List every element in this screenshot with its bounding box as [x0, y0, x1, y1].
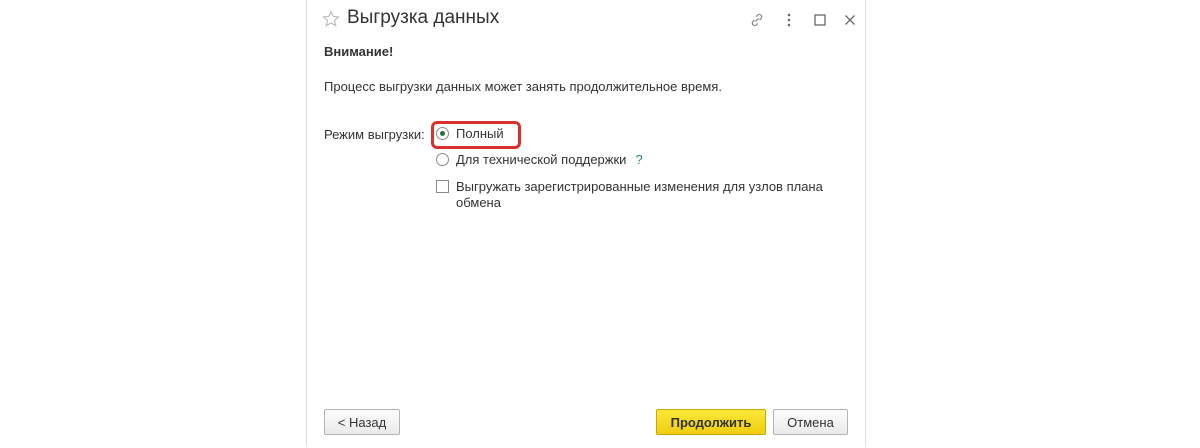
export-mode-label: Режим выгрузки:: [324, 127, 425, 142]
cancel-button[interactable]: Отмена: [773, 409, 848, 435]
radio-full-mode[interactable]: Полный: [436, 126, 504, 142]
radio-support-mode[interactable]: Для технической поддержки ?: [436, 152, 643, 168]
close-icon[interactable]: [840, 10, 860, 30]
help-icon[interactable]: ?: [635, 152, 642, 167]
link-icon[interactable]: [747, 10, 767, 30]
radio-full-label: Полный: [456, 126, 504, 141]
star-icon[interactable]: [322, 10, 340, 28]
warning-title: Внимание!: [324, 44, 394, 59]
window-title: Выгрузка данных: [347, 7, 500, 28]
checkbox[interactable]: [436, 180, 449, 193]
radio-button-checked[interactable]: [436, 127, 449, 140]
checkbox-export-changes[interactable]: Выгружать зарегистрированные изменения д…: [436, 179, 846, 211]
more-icon[interactable]: [779, 10, 799, 30]
maximize-icon[interactable]: [810, 10, 830, 30]
continue-button[interactable]: Продолжить: [656, 409, 766, 435]
radio-button[interactable]: [436, 153, 449, 166]
title-bar: Выгрузка данных: [307, 0, 865, 40]
back-button[interactable]: < Назад: [324, 409, 400, 435]
warning-text: Процесс выгрузки данных может занять про…: [324, 79, 722, 94]
radio-support-label: Для технической поддержки: [456, 152, 627, 167]
export-dialog: Выгрузка данных Внимание! Процесс выгруз…: [306, 0, 866, 446]
checkbox-export-changes-label: Выгружать зарегистрированные изменения д…: [456, 179, 823, 210]
